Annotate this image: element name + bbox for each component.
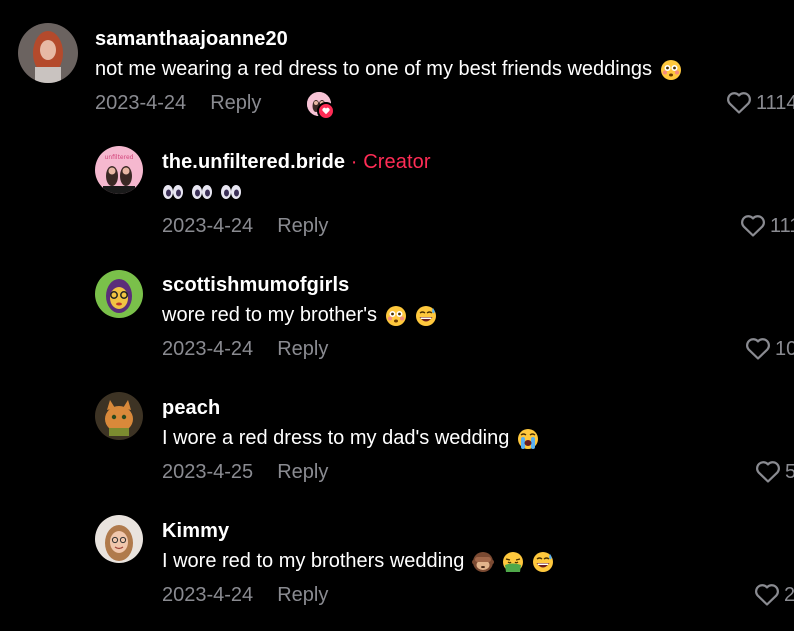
heart-icon bbox=[317, 102, 335, 120]
comment-text-content: wore red to my brother's bbox=[162, 304, 378, 326]
like-count: 1114 bbox=[756, 91, 794, 114]
nauseated-face-emoji bbox=[502, 551, 524, 573]
username[interactable]: peach bbox=[162, 397, 220, 420]
comment-text: I wore red to my brothers wedding bbox=[162, 550, 554, 573]
grinning-sweat-emoji bbox=[532, 551, 554, 573]
see-no-evil-monkey-emoji bbox=[472, 551, 495, 573]
reply-button[interactable]: Reply bbox=[277, 338, 328, 361]
eyes-emoji bbox=[162, 181, 184, 203]
like-button[interactable]: 10 bbox=[745, 337, 794, 361]
username[interactable]: the.unfiltered.bride · Creator bbox=[162, 151, 431, 174]
grinning-sweat-emoji bbox=[415, 305, 437, 327]
comment-text-content: I wore red to my brothers wedding bbox=[162, 550, 465, 572]
comment-text bbox=[162, 181, 242, 203]
heart-outline-icon bbox=[741, 215, 765, 237]
creator-separator: · bbox=[350, 151, 358, 173]
heart-outline-icon bbox=[756, 461, 780, 483]
avatar[interactable] bbox=[95, 392, 143, 440]
like-count: 111 bbox=[770, 214, 794, 237]
comment-date: 2023-4-25 bbox=[162, 461, 254, 483]
reply-button[interactable]: Reply bbox=[210, 92, 261, 115]
comment-meta: 2023-4-24 Reply bbox=[162, 584, 328, 607]
comment-date: 2023-4-24 bbox=[162, 215, 254, 237]
svg-text:unfiltered: unfiltered bbox=[105, 154, 134, 161]
eyes-emoji bbox=[220, 181, 242, 203]
like-button[interactable]: 2 bbox=[754, 583, 794, 607]
reply-button[interactable]: Reply bbox=[277, 215, 328, 238]
comment-meta: 2023-4-24 Reply bbox=[162, 338, 328, 361]
comment-text-content: not me wearing a red dress to one of my … bbox=[95, 58, 652, 80]
like-button[interactable]: 111 bbox=[740, 214, 794, 238]
heart-outline-icon bbox=[746, 338, 770, 360]
comment-date: 2023-4-24 bbox=[162, 338, 254, 360]
creator-badge: Creator bbox=[363, 151, 431, 173]
comment-date: 2023-4-24 bbox=[95, 92, 187, 114]
username-text: the.unfiltered.bride bbox=[162, 151, 346, 173]
flushed-face-emoji bbox=[660, 59, 682, 81]
username[interactable]: scottishmumofgirls bbox=[162, 274, 349, 297]
username[interactable]: samanthaajoanne20 bbox=[95, 28, 288, 51]
avatar[interactable] bbox=[95, 270, 143, 318]
reply-button[interactable]: Reply bbox=[277, 461, 328, 484]
like-button[interactable]: 1114 bbox=[726, 91, 794, 115]
eyes-emoji bbox=[191, 181, 213, 203]
liked-by-creator-badge bbox=[307, 92, 335, 120]
username[interactable]: Kimmy bbox=[162, 520, 229, 543]
comment-meta: 2023-4-25 Reply bbox=[162, 461, 328, 484]
comment-text-content: I wore a red dress to my dad's wedding bbox=[162, 427, 510, 449]
like-button[interactable]: 5 bbox=[755, 460, 794, 484]
like-count: 5 bbox=[785, 460, 794, 483]
avatar[interactable] bbox=[95, 515, 143, 563]
avatar[interactable]: unfiltered bbox=[95, 146, 143, 194]
reply-button[interactable]: Reply bbox=[277, 584, 328, 607]
flushed-face-emoji bbox=[385, 305, 407, 327]
comment-date: 2023-4-24 bbox=[162, 584, 254, 606]
like-count: 10 bbox=[775, 337, 794, 360]
comment-meta: 2023-4-24 Reply bbox=[95, 92, 261, 115]
comment-meta: 2023-4-24 Reply bbox=[162, 215, 328, 238]
comment-text: not me wearing a red dress to one of my … bbox=[95, 58, 682, 81]
crying-face-emoji bbox=[517, 428, 539, 450]
comment-text: I wore a red dress to my dad's wedding bbox=[162, 427, 539, 450]
like-count: 2 bbox=[784, 583, 794, 606]
heart-outline-icon bbox=[727, 92, 751, 114]
comment-text: wore red to my brother's bbox=[162, 304, 437, 327]
heart-outline-icon bbox=[755, 584, 779, 606]
avatar[interactable] bbox=[18, 23, 78, 83]
